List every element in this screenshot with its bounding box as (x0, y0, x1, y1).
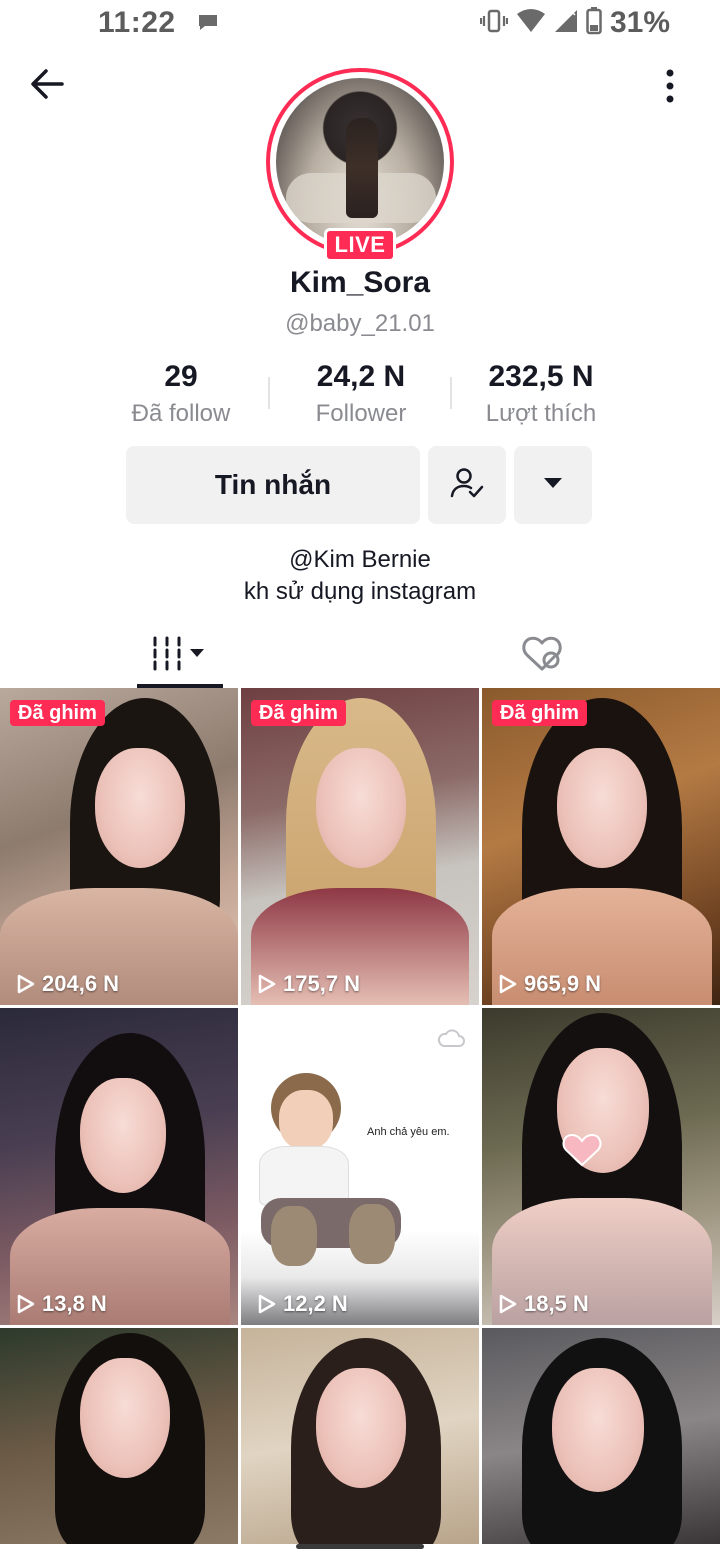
message-notification-icon (196, 11, 220, 40)
video-thumbnail-face (316, 1368, 406, 1488)
username: @baby_21.01 (285, 310, 435, 337)
stat-likes[interactable]: 232,5 N Lượt thích (451, 360, 631, 428)
home-indicator[interactable] (296, 1544, 424, 1549)
view-count-text: 175,7 N (283, 971, 361, 996)
stat-likes-label: Lượt thích (485, 400, 597, 427)
view-count-text: 204,6 N (42, 971, 120, 996)
view-count-text: 12,2 N (283, 1291, 348, 1316)
message-button[interactable]: Tin nhắn (126, 446, 420, 524)
stat-followers[interactable]: 24,2 N Follower (271, 360, 451, 428)
live-badge[interactable]: LIVE (324, 228, 396, 262)
video-thumbnail-face (95, 748, 185, 868)
stat-divider (268, 377, 270, 409)
view-count: 965,9 N (496, 971, 601, 997)
status-icons: 31% (479, 6, 670, 40)
pinned-badge: Đã ghim (10, 700, 105, 726)
suggested-accounts-button[interactable] (514, 446, 592, 524)
video-tile[interactable]: Đã ghim 204,6 N (0, 688, 238, 1005)
stat-likes-count: 232,5 N (488, 360, 594, 393)
wifi-icon (516, 8, 546, 39)
sticker-child-shirt (259, 1146, 349, 1206)
view-count-text: 965,9 N (524, 971, 602, 996)
videos-grid-icon (150, 634, 210, 679)
view-count-text: 13,8 N (42, 1291, 107, 1316)
stat-followers-label: Follower (315, 400, 407, 427)
video-tile[interactable]: Đã ghim 175,7 N (241, 688, 479, 1005)
view-count: 13,8 N (14, 1291, 107, 1317)
video-thumbnail-face (557, 748, 647, 868)
video-thumbnail-face (80, 1078, 166, 1193)
pinned-badge: Đã ghim (251, 700, 346, 726)
battery-icon (586, 6, 602, 40)
bio-line-1: @Kim Bernie (289, 546, 431, 573)
view-count: 204,6 N (14, 971, 119, 997)
back-arrow-icon[interactable] (26, 62, 70, 106)
stat-following-label: Đã follow (131, 400, 231, 427)
hidden-heart-icon (520, 634, 564, 679)
pinned-badge: Đã ghim (492, 700, 587, 726)
vibrate-icon (479, 8, 509, 39)
tab-videos[interactable] (137, 624, 223, 688)
video-tile[interactable] (482, 1328, 720, 1544)
view-count-text: 18,5 N (524, 1291, 589, 1316)
play-icon (258, 1294, 276, 1314)
user-check-icon (449, 465, 485, 506)
bio-line-2: kh sử dụng instagram (243, 578, 477, 605)
status-bar: 11:22 31% (0, 0, 720, 48)
play-icon (258, 974, 276, 994)
stat-followers-count: 24,2 N (316, 360, 406, 393)
video-tile[interactable]: Đã ghim 965,9 N (482, 688, 720, 1005)
sticker-child-shoe (349, 1204, 395, 1264)
video-thumbnail-face (80, 1358, 170, 1478)
status-time: 11:22 (98, 6, 176, 39)
video-tile[interactable]: Anh chả yêu em. 12,2 N (241, 1008, 479, 1325)
sticker-child-shoe (271, 1206, 317, 1266)
heart-sticker-icon (562, 1132, 602, 1168)
avatar[interactable] (276, 78, 444, 246)
more-options-icon[interactable] (656, 66, 684, 106)
avatar-figure (346, 118, 378, 218)
video-thumbnail-face (316, 748, 406, 868)
stat-following[interactable]: 29 Đã follow (91, 360, 271, 428)
battery-percent: 31% (609, 6, 670, 39)
play-icon (499, 1294, 517, 1314)
play-icon (499, 974, 517, 994)
video-thumbnail-face (552, 1368, 644, 1492)
video-caption: Anh chả yêu em. (367, 1126, 450, 1138)
view-count: 18,5 N (496, 1291, 589, 1317)
cloud-icon (437, 1028, 465, 1053)
display-name: Kim_Sora (289, 266, 431, 299)
caret-down-icon (542, 476, 564, 495)
video-tile[interactable]: 13,8 N (0, 1008, 238, 1325)
video-tile[interactable] (241, 1328, 479, 1544)
play-icon (17, 974, 35, 994)
view-count: 12,2 N (255, 1291, 348, 1317)
signal-icon (554, 8, 578, 39)
friend-status-button[interactable] (428, 446, 506, 524)
play-icon (17, 1294, 35, 1314)
video-tile[interactable]: 18,5 N (482, 1008, 720, 1325)
sticker-child-face (279, 1090, 333, 1150)
stat-following-count: 29 (164, 360, 198, 393)
video-tile[interactable] (0, 1328, 238, 1544)
tab-liked-videos[interactable] (510, 624, 574, 688)
view-count: 175,7 N (255, 971, 360, 997)
